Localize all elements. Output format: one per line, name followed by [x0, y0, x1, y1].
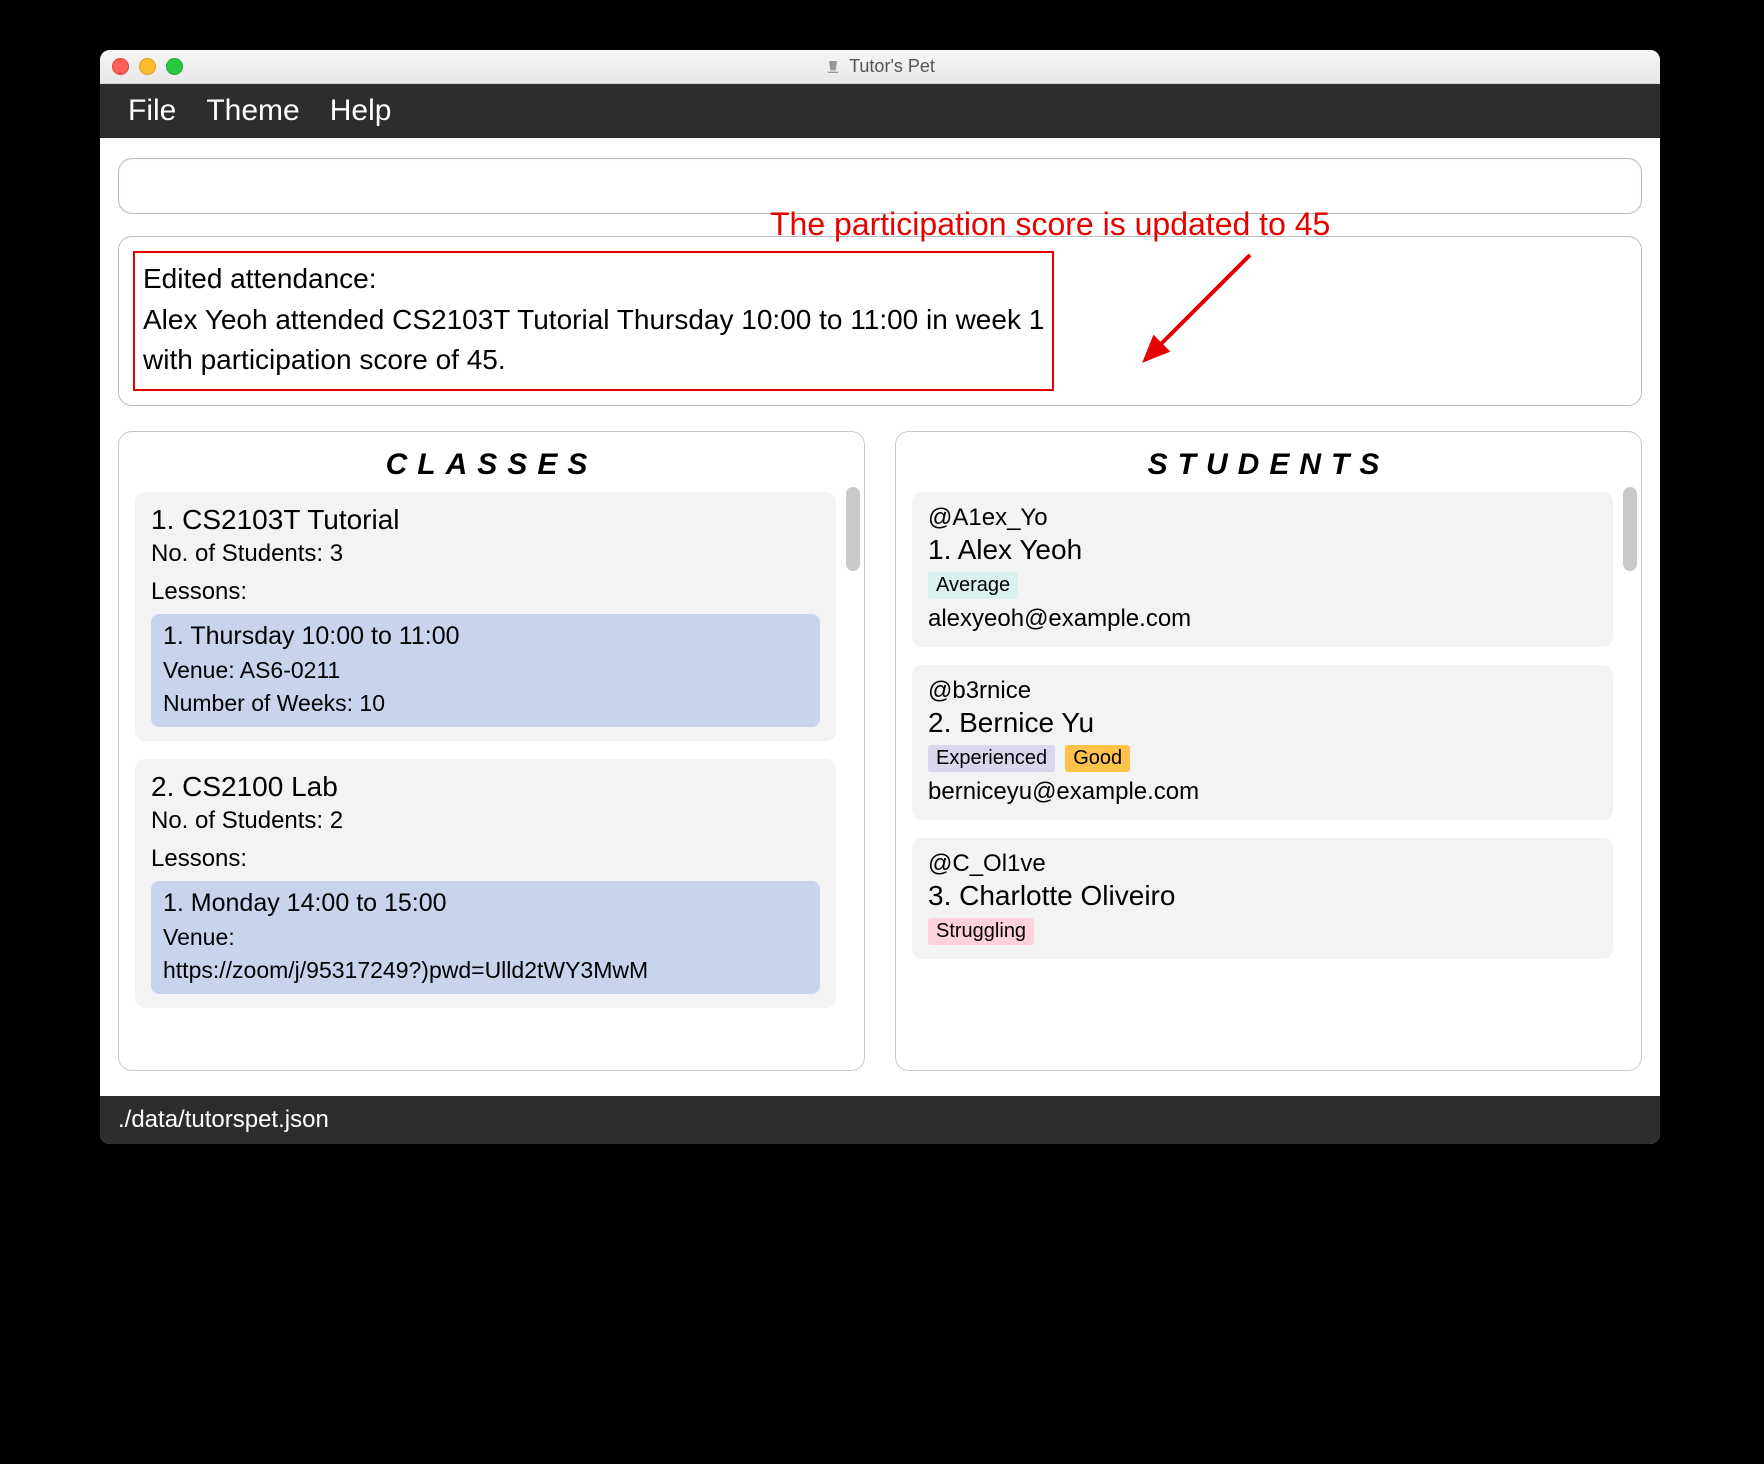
lesson-venue: Venue:: [163, 924, 808, 951]
result-line: Alex Yeoh attended CS2103T Tutorial Thur…: [143, 300, 1044, 341]
class-num-students: No. of Students: 2: [151, 807, 820, 835]
lesson-venue: Venue: AS6-0211: [163, 657, 808, 684]
lesson-card: 1. Thursday 10:00 to 11:00 Venue: AS6-02…: [151, 614, 820, 727]
menubar: File Theme Help: [100, 84, 1660, 138]
student-handle: @A1ex_Yo: [928, 504, 1597, 532]
class-title: 1. CS2103T Tutorial: [151, 504, 820, 536]
class-card[interactable]: 1. CS2103T Tutorial No. of Students: 3 L…: [135, 492, 836, 741]
app-window: Tutor's Pet File Theme Help Edited atten…: [100, 50, 1660, 1144]
command-input[interactable]: [118, 158, 1642, 214]
menu-file[interactable]: File: [128, 94, 176, 128]
student-card[interactable]: @A1ex_Yo 1. Alex Yeoh Average alexyeoh@e…: [912, 492, 1613, 647]
window-title: Tutor's Pet: [849, 56, 935, 77]
student-handle: @C_Ol1ve: [928, 850, 1597, 878]
content-area: Edited attendance: Alex Yeoh attended CS…: [100, 138, 1660, 1096]
class-card[interactable]: 2. CS2100 Lab No. of Students: 2 Lessons…: [135, 759, 836, 1008]
student-name: 3. Charlotte Oliveiro: [928, 880, 1597, 912]
lesson-venue-url: https://zoom/j/95317249?)pwd=Ulld2tWY3Mw…: [163, 957, 808, 984]
lessons-label: Lessons:: [151, 578, 820, 606]
result-line: Edited attendance:: [143, 259, 1044, 300]
scrollbar-thumb[interactable]: [1623, 487, 1637, 571]
student-card[interactable]: @b3rnice 2. Bernice Yu Experienced Good …: [912, 665, 1613, 820]
student-name: 1. Alex Yeoh: [928, 534, 1597, 566]
classes-panel: CLASSES 1. CS2103T Tutorial No. of Stude…: [118, 431, 865, 1071]
students-header: STUDENTS: [904, 442, 1633, 492]
student-email: alexyeoh@example.com: [928, 605, 1597, 633]
statusbar-path: ./data/tutorspet.json: [118, 1106, 329, 1133]
menu-theme[interactable]: Theme: [206, 94, 299, 128]
lesson-card: 1. Monday 14:00 to 15:00 Venue: https://…: [151, 881, 820, 994]
class-title: 2. CS2100 Lab: [151, 771, 820, 803]
student-card[interactable]: @C_Ol1ve 3. Charlotte Oliveiro Strugglin…: [912, 838, 1613, 959]
lesson-weeks: Number of Weeks: 10: [163, 690, 808, 717]
student-handle: @b3rnice: [928, 677, 1597, 705]
classes-header: CLASSES: [127, 442, 856, 492]
tag-row: Experienced Good: [928, 745, 1597, 772]
tag-average: Average: [928, 572, 1018, 599]
student-name: 2. Bernice Yu: [928, 707, 1597, 739]
panels: CLASSES 1. CS2103T Tutorial No. of Stude…: [118, 431, 1642, 1071]
tag-row: Struggling: [928, 918, 1597, 945]
students-body: @A1ex_Yo 1. Alex Yeoh Average alexyeoh@e…: [904, 492, 1633, 959]
tag-good: Good: [1065, 745, 1130, 772]
statusbar: ./data/tutorspet.json: [100, 1096, 1660, 1144]
tag-struggling: Struggling: [928, 918, 1034, 945]
classes-body: 1. CS2103T Tutorial No. of Students: 3 L…: [127, 492, 856, 1008]
result-highlight: Edited attendance: Alex Yeoh attended CS…: [133, 251, 1054, 391]
window-title-wrap: Tutor's Pet: [100, 56, 1660, 77]
lesson-time: 1. Monday 14:00 to 15:00: [163, 889, 808, 918]
scrollbar-thumb[interactable]: [846, 487, 860, 571]
app-icon: [825, 59, 841, 75]
titlebar: Tutor's Pet: [100, 50, 1660, 84]
students-panel: STUDENTS @A1ex_Yo 1. Alex Yeoh Average a…: [895, 431, 1642, 1071]
tag-experienced: Experienced: [928, 745, 1055, 772]
lesson-time: 1. Thursday 10:00 to 11:00: [163, 622, 808, 651]
result-box: Edited attendance: Alex Yeoh attended CS…: [118, 236, 1642, 406]
lessons-label: Lessons:: [151, 845, 820, 873]
menu-help[interactable]: Help: [330, 94, 392, 128]
student-email: berniceyu@example.com: [928, 778, 1597, 806]
class-num-students: No. of Students: 3: [151, 540, 820, 568]
tag-row: Average: [928, 572, 1597, 599]
result-line: with participation score of 45.: [143, 340, 1044, 381]
